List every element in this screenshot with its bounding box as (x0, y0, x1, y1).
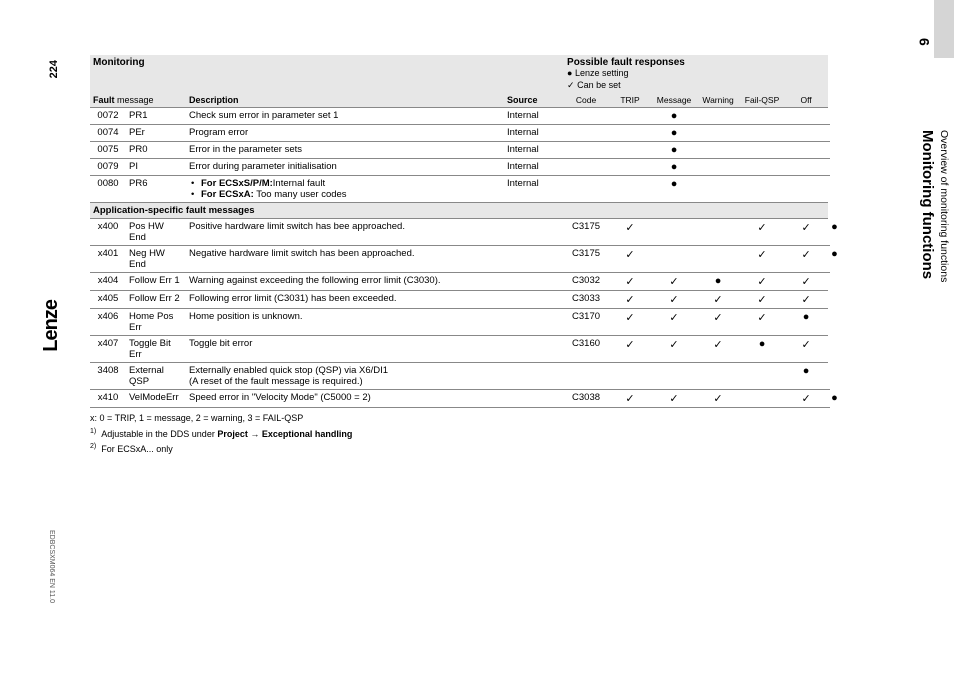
table-row: 3408 External QSP Externally enabled qui… (90, 363, 830, 390)
col-failqsp: Fail-QSP (740, 93, 784, 108)
footnotes: x: 0 = TRIP, 1 = message, 2 = warning, 3… (90, 412, 830, 457)
footnote-1: 1) Adjustable in the DDS under Project →… (90, 427, 830, 442)
table-row: x410 VelModeErr Speed error in "Velocity… (90, 390, 830, 408)
brand-logo: Lenze (40, 300, 63, 352)
footnote-x: x: 0 = TRIP, 1 = message, 2 = warning, 3… (90, 412, 830, 426)
chapter-subtitle: Overview of monitoring functions (938, 130, 950, 282)
col-trip: TRIP (608, 93, 652, 108)
col-off: Off (784, 93, 828, 108)
table-row: 0080 PR6 For ECSxS/P/M:Internal fault Fo… (90, 176, 830, 203)
col-code: Code (564, 93, 608, 108)
table-row: x406Home Pos ErrHome position is unknown… (90, 309, 830, 336)
table-row: x401Neg HW EndNegative hardware limit sw… (90, 246, 830, 273)
doc-id: EDBCSXM064 EN 11.0 (48, 530, 55, 603)
footnote-2: 2) For ECSxA... only (90, 442, 830, 457)
section-header: Application-specific fault messages (90, 203, 828, 219)
chapter-number: 9 (916, 38, 932, 46)
hdr-responses: Possible fault responses ● Lenze setting… (564, 55, 828, 93)
table-row: 0072PR1Check sum error in parameter set … (90, 108, 830, 125)
col-source: Source (504, 93, 564, 108)
table-row: 0079PIError during parameter initialisat… (90, 159, 830, 176)
col-warning: Warning (696, 93, 740, 108)
table-row: x407Toggle Bit ErrToggle bit errorC3160✓… (90, 336, 830, 363)
table-row: x404Follow Err 1Warning against exceedin… (90, 273, 830, 291)
table-row: x400Pos HW EndPositive hardware limit sw… (90, 219, 830, 246)
col-description: Description (186, 93, 504, 108)
table-row: x405Follow Err 2Following error limit (C… (90, 291, 830, 309)
table-row: 0075PR0Error in the parameter setsIntern… (90, 142, 830, 159)
page-number: 224 (48, 60, 60, 78)
chapter-tab (934, 0, 954, 58)
table-row: 0074PErProgram errorInternal● (90, 125, 830, 142)
content-area: Monitoring Possible fault responses ● Le… (90, 55, 830, 458)
col-message: Message (652, 93, 696, 108)
col-fault: Fault message (90, 93, 186, 108)
chapter-title: Monitoring functions (919, 130, 936, 279)
monitoring-table: Monitoring Possible fault responses ● Le… (90, 55, 830, 408)
hdr-monitoring: Monitoring (90, 55, 564, 93)
